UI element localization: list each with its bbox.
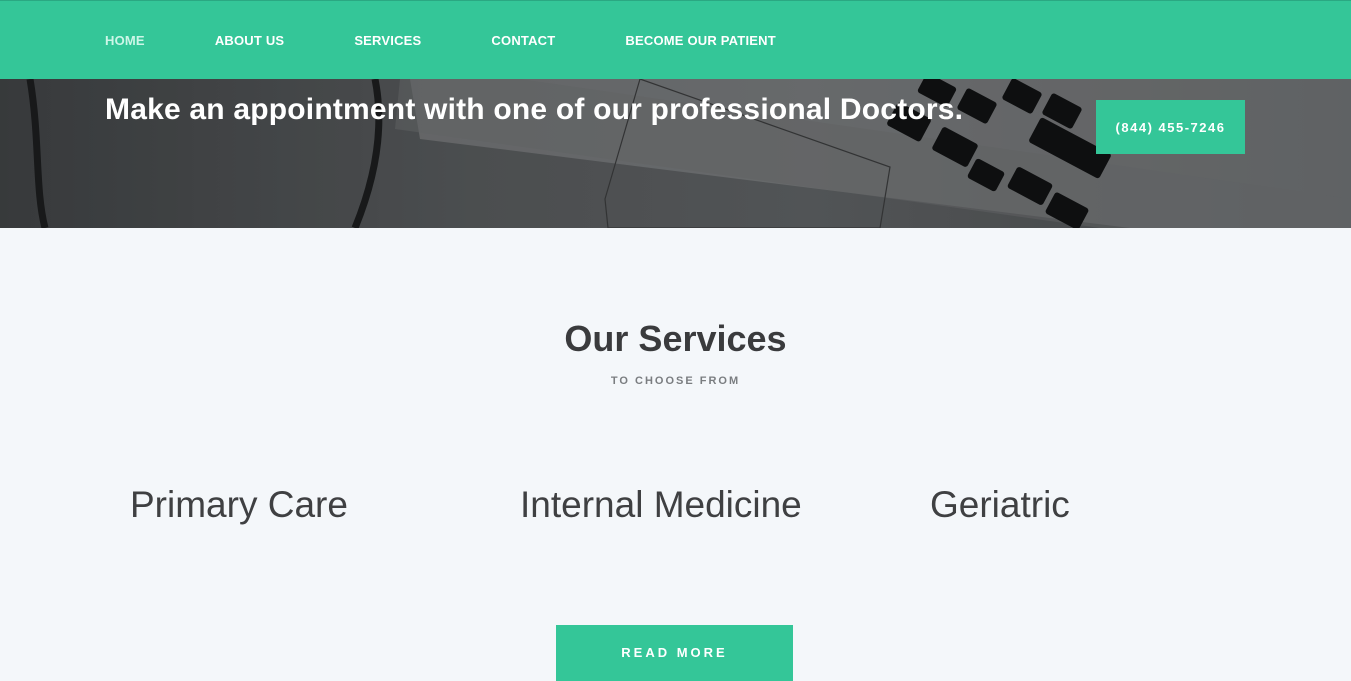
phone-button[interactable]: (844) 455-7246	[1096, 100, 1245, 154]
service-internal-medicine[interactable]: Internal Medicine	[520, 484, 802, 526]
service-primary-care[interactable]: Primary Care	[130, 484, 348, 526]
services-subtitle: TO CHOOSE FROM	[610, 375, 741, 387]
nav-become-our-patient[interactable]: BECOME OUR PATIENT	[625, 33, 775, 48]
nav-contact[interactable]: CONTACT	[491, 33, 555, 48]
service-geriatric[interactable]: Geriatric	[930, 484, 1070, 526]
hero-title: Make an appointment with one of our prof…	[105, 93, 964, 126]
hero-banner: Make an appointment with one of our prof…	[0, 79, 1351, 228]
nav-services[interactable]: SERVICES	[354, 33, 421, 48]
read-more-button[interactable]: READ MORE	[556, 625, 793, 681]
main-navbar: HOME ABOUT US SERVICES CONTACT BECOME OU…	[0, 0, 1351, 79]
services-title: Our Services	[564, 318, 787, 359]
nav-about-us[interactable]: ABOUT US	[215, 33, 285, 48]
nav-home[interactable]: HOME	[105, 33, 145, 48]
